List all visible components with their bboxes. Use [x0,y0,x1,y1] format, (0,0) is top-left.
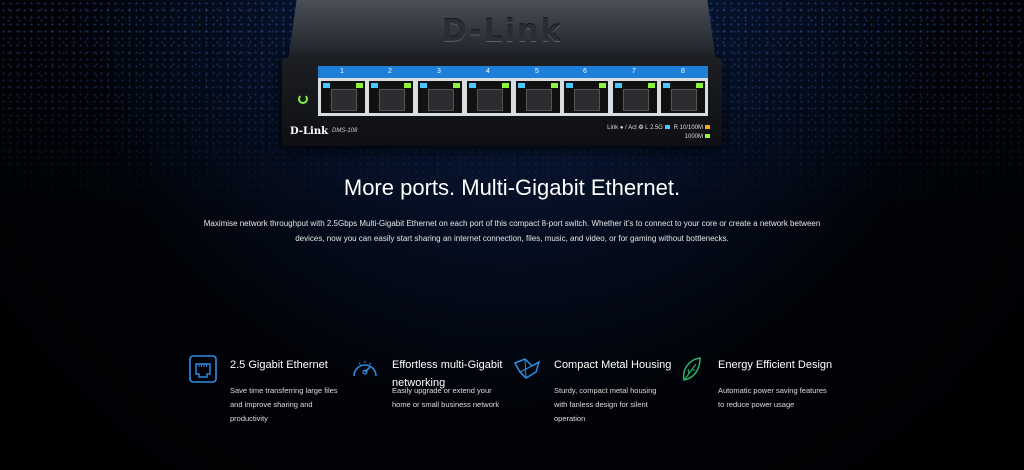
metal-housing-icon [513,358,541,379]
port-number: 4 [486,68,490,75]
port-number: 2 [388,68,392,75]
feature-description: Save time transferring large files and i… [230,386,338,423]
port-number-strip: 1 2 3 4 5 6 7 8 [318,66,708,78]
feature-title: 2.5 Gigabit Ethernet [230,359,328,371]
feature-title: Energy Efficient Design [718,359,833,371]
led-legend: Link ● / Act ❂ L 2.5G R 10/100M 1000M [607,124,712,142]
ethernet-port [613,81,657,113]
speedometer-icon [353,361,377,377]
ethernet-port [467,81,511,113]
ethernet-port [321,81,365,113]
switch-front-panel: 1 2 3 4 5 6 7 8 D-Link DMS-108 Link ● / … [282,58,722,146]
port-number: 8 [681,68,685,75]
ethernet-port [418,81,462,113]
legend-line-1: Link ● / Act ❂ L 2.5G [607,125,663,131]
switch-model: DMS-108 [332,128,358,134]
port-number: 3 [437,68,441,75]
ethernet-port [369,81,413,113]
feature-description: Easily upgrade or extend your home or sm… [392,386,500,409]
feature-description: Automatic power saving features to reduc… [718,386,827,409]
ethernet-port [516,81,560,113]
feature-title: Compact Metal Housing [554,359,672,371]
switch-image: D-Link 1 2 3 4 5 6 7 8 D-Link DMS-108 Li… [282,0,722,150]
ethernet-ports [318,78,708,116]
ethernet-port-icon [189,355,217,383]
leaf-icon [682,357,701,381]
feature-description: Sturdy, compact metal housing with fanle… [554,386,657,423]
port-number: 6 [583,68,587,75]
switch-brand: D-Link [290,126,329,137]
section-headline: More ports. Multi-Gigabit Ethernet. [343,175,681,200]
switch-top-logo: D-Link [441,14,563,49]
legend-r: R 10/100M [673,125,703,131]
legend-line-2: 1000M [684,134,703,140]
ethernet-port [564,81,608,113]
switch-top-panel: D-Link [288,0,716,62]
ethernet-port [661,81,705,113]
power-icon [298,94,308,104]
port-number: 1 [340,68,344,75]
port-number: 7 [632,68,636,75]
port-number: 5 [535,68,539,75]
intro-paragraph: Maximise network throughput with 2.5Gbps… [203,219,821,243]
